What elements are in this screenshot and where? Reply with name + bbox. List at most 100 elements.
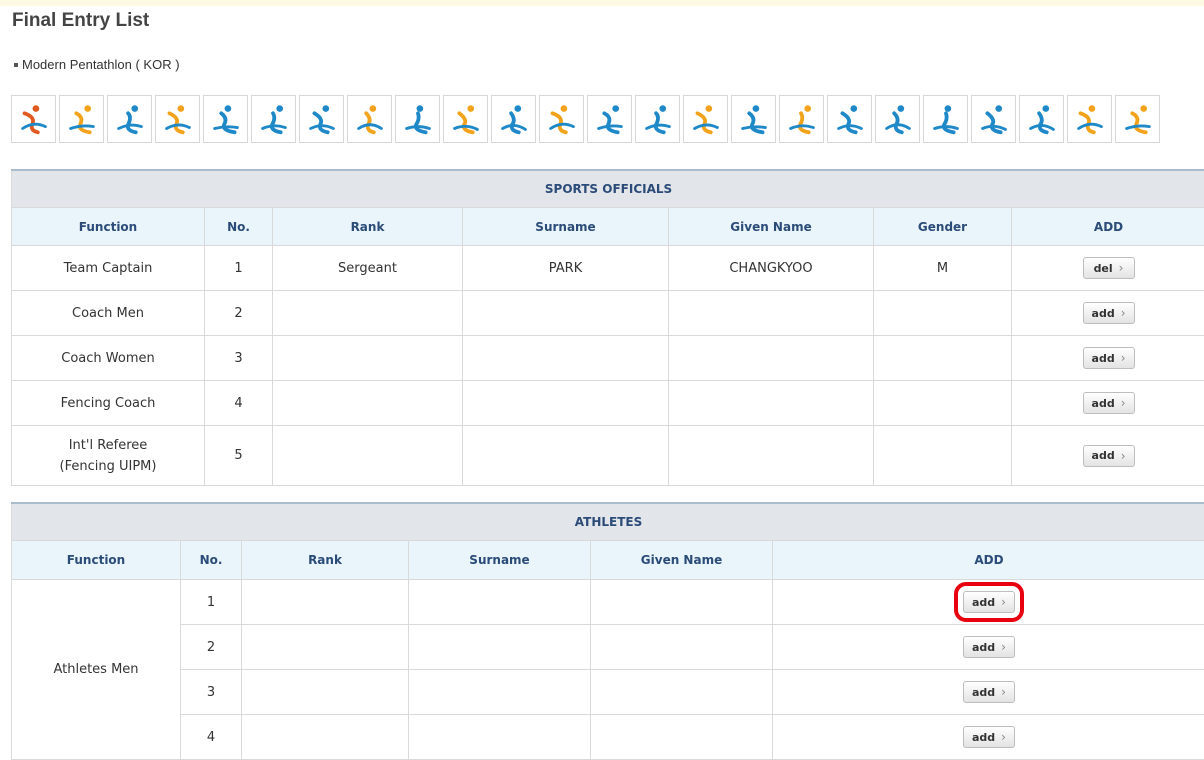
equestrian-icon[interactable] — [299, 95, 344, 143]
add-button[interactable]: add› — [963, 591, 1015, 613]
no-cell: 3 — [181, 670, 242, 715]
button-label: del — [1094, 262, 1113, 275]
chevron-right-icon: › — [1001, 685, 1006, 699]
gender-cell — [874, 381, 1012, 426]
rank-cell — [242, 670, 409, 715]
col-add: ADD — [773, 541, 1204, 580]
pictogram — [159, 99, 197, 139]
pictogram — [639, 99, 677, 139]
diving-icon[interactable] — [251, 95, 296, 143]
no-cell: 3 — [205, 336, 273, 381]
add-button[interactable]: add › — [1083, 445, 1135, 467]
col-given-name: Given Name — [591, 541, 773, 580]
kabaddi-icon[interactable] — [635, 95, 680, 143]
add-button[interactable]: add› — [1083, 347, 1135, 369]
pictogram — [1023, 99, 1061, 139]
add-button[interactable]: add› — [1083, 302, 1135, 324]
col-add: ADD — [1012, 208, 1204, 246]
sport-subtitle: Modern Pentathlon ( KOR ) — [12, 57, 180, 72]
chevron-right-icon: › — [1001, 595, 1006, 609]
given-name-cell — [591, 625, 773, 670]
given-name-cell — [669, 336, 874, 381]
given-name-cell — [669, 291, 874, 336]
rugby-icon[interactable] — [779, 95, 824, 143]
handball-icon[interactable] — [443, 95, 488, 143]
judo-icon[interactable] — [539, 95, 584, 143]
gymnastics-icon[interactable] — [395, 95, 440, 143]
athletes-section-title: ATHLETES — [12, 503, 1204, 541]
action-cell: add› — [773, 580, 1204, 625]
add-button[interactable]: add › — [963, 681, 1015, 703]
triathlon-icon[interactable] — [1019, 95, 1064, 143]
no-cell: 1 — [205, 246, 273, 291]
gender-cell — [874, 291, 1012, 336]
subtitle-text: Modern Pentathlon ( KOR ) — [22, 57, 180, 72]
archery-icon[interactable] — [59, 95, 104, 143]
swimming-icon[interactable] — [971, 95, 1016, 143]
col-surname: Surname — [463, 208, 669, 246]
pictogram — [831, 99, 869, 139]
rank-cell: Sergeant — [273, 246, 463, 291]
rank-cell — [273, 426, 463, 486]
soft-tennis-icon[interactable] — [923, 95, 968, 143]
chevron-right-icon: › — [1121, 449, 1126, 463]
add-button[interactable]: add› — [963, 636, 1015, 658]
function-cell: Coach Men — [12, 291, 205, 336]
function-cell: Coach Women — [12, 336, 205, 381]
karate-icon[interactable] — [587, 95, 632, 143]
chevron-right-icon: › — [1121, 396, 1126, 410]
add-button[interactable]: add › — [1083, 392, 1135, 414]
pictogram — [1071, 99, 1109, 139]
given-name-cell — [669, 381, 874, 426]
taekwondo-icon[interactable] — [1067, 95, 1112, 143]
athletics-icon[interactable] — [107, 95, 152, 143]
pictogram — [207, 99, 245, 139]
pictogram — [303, 99, 341, 139]
surname-cell — [409, 625, 591, 670]
shooting-icon[interactable] — [11, 95, 56, 143]
pictogram — [687, 99, 725, 139]
button-label: add — [1092, 449, 1115, 462]
badminton-icon[interactable] — [155, 95, 200, 143]
officials-section-title: SPORTS OFFICIALS — [12, 170, 1204, 208]
button-label: add — [1092, 397, 1115, 410]
rank-cell — [242, 625, 409, 670]
cycling-icon[interactable] — [203, 95, 248, 143]
pictogram — [543, 99, 581, 139]
sailing-icon[interactable] — [827, 95, 872, 143]
canoe-icon[interactable] — [875, 95, 920, 143]
wushu-icon[interactable] — [1115, 95, 1160, 143]
hockey-icon[interactable] — [491, 95, 536, 143]
chevron-right-icon: › — [1121, 306, 1126, 320]
function-label: (Fencing UIPM) — [12, 456, 204, 477]
table-row: 3 add › — [12, 670, 1204, 715]
surname-cell — [409, 715, 591, 760]
pictogram — [351, 99, 389, 139]
table-row: Team Captain1SergeantPARKCHANGKYOOMdel› — [12, 246, 1204, 291]
button-label: add — [972, 686, 995, 699]
given-name-cell — [591, 670, 773, 715]
no-cell: 4 — [181, 715, 242, 760]
fencing-icon[interactable] — [347, 95, 392, 143]
add-button[interactable]: add› — [963, 726, 1015, 748]
pictogram — [879, 99, 917, 139]
function-cell: Team Captain — [12, 246, 205, 291]
pictogram — [255, 99, 293, 139]
rank-cell — [242, 715, 409, 760]
action-cell: add › — [1012, 426, 1204, 486]
button-label: add — [972, 641, 995, 654]
modern-pentathlon-icon[interactable] — [683, 95, 728, 143]
given-name-cell — [591, 580, 773, 625]
surname-cell — [463, 426, 669, 486]
pictogram — [975, 99, 1013, 139]
gender-cell: M — [874, 246, 1012, 291]
col-given-name: Given Name — [669, 208, 874, 246]
action-cell: add› — [773, 625, 1204, 670]
delete-button[interactable]: del› — [1083, 257, 1135, 279]
table-row: 4 add› — [12, 715, 1204, 760]
rowing-icon[interactable] — [731, 95, 776, 143]
surname-cell — [409, 580, 591, 625]
action-cell: add› — [1012, 291, 1204, 336]
action-cell: del› — [1012, 246, 1204, 291]
page-title: Final Entry List — [12, 10, 149, 32]
